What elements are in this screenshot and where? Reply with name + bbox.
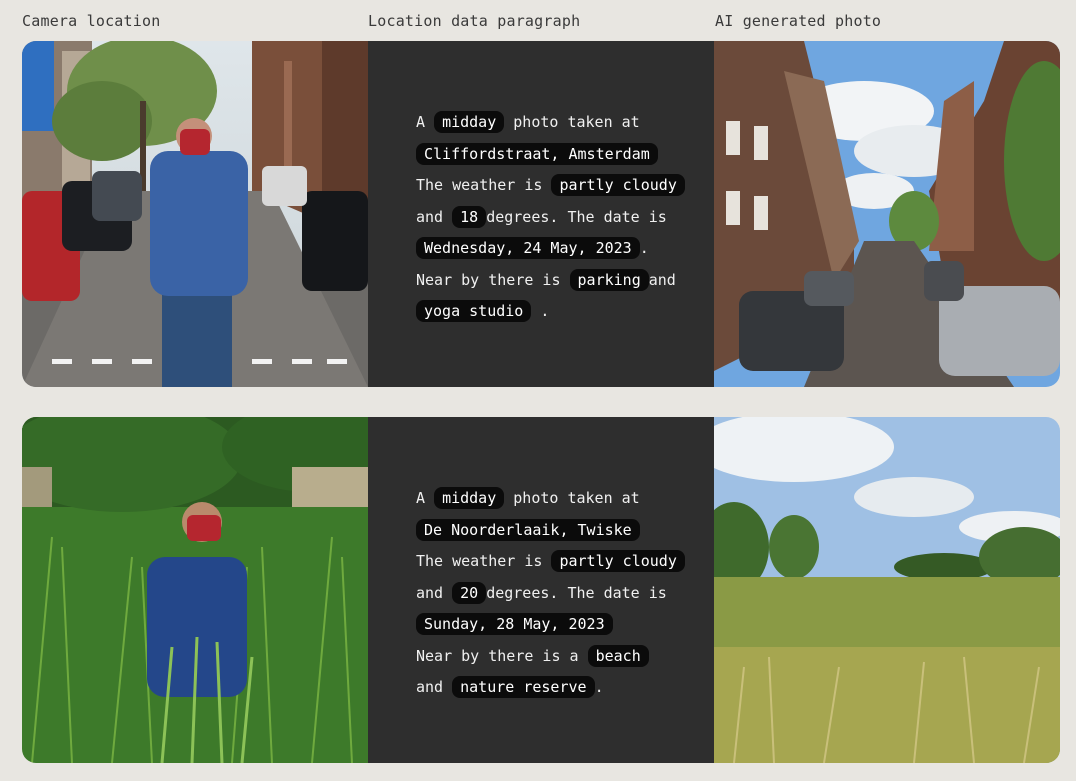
header-ai-generated-photo: AI generated photo — [715, 12, 882, 30]
ai-photo-field — [714, 417, 1060, 763]
nearby-tag-2: yoga studio — [416, 300, 532, 322]
location-tag: De Noorderlaaik, Twiske — [416, 518, 640, 541]
comparison-row-2: A midday photo taken at De Noorderlaaik,… — [22, 417, 1060, 763]
time-of-day-tag: midday — [434, 487, 505, 509]
camera-photo-field — [22, 417, 368, 763]
paragraph-text: A midday photo taken at Cliffordstraat, … — [416, 107, 706, 328]
nearby-tag-2: nature reserve — [452, 676, 595, 698]
temperature-tag: 18 — [452, 205, 487, 228]
location-data-paragraph: A midday photo taken at Cliffordstraat, … — [368, 41, 714, 387]
ai-photo-street — [714, 41, 1060, 387]
weather-tag: partly cloudy — [551, 174, 685, 196]
nearby-tag-1: parking — [569, 268, 649, 291]
location-data-paragraph: A midday photo taken at De Noorderlaaik,… — [368, 417, 714, 763]
header-camera-location: Camera location — [22, 12, 161, 30]
header-location-data-paragraph: Location data paragraph — [368, 12, 581, 30]
paragraph-text: A midday photo taken at De Noorderlaaik,… — [416, 483, 706, 704]
date-tag: Wednesday, 24 May, 2023 — [416, 237, 640, 259]
location-tag: Cliffordstraat, Amsterdam — [416, 142, 658, 165]
comparison-row-1: A midday photo taken at Cliffordstraat, … — [22, 41, 1060, 387]
nearby-tag-1: beach — [587, 644, 649, 667]
weather-tag: partly cloudy — [551, 550, 685, 572]
time-of-day-tag: midday — [434, 111, 505, 133]
date-tag: Sunday, 28 May, 2023 — [416, 613, 613, 635]
camera-photo-street — [22, 41, 368, 387]
temperature-tag: 20 — [452, 581, 487, 604]
